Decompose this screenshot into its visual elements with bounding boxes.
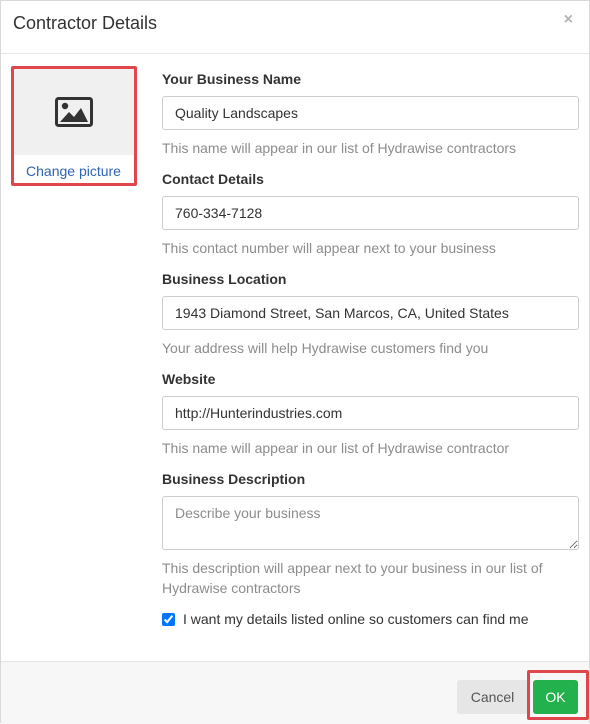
business-name-help: This name will appear in our list of Hyd… [162, 140, 517, 156]
business-name-input[interactable] [162, 96, 579, 130]
ok-button[interactable]: OK [533, 680, 578, 714]
business-location-label: Business Location [162, 271, 287, 287]
cancel-button[interactable]: Cancel [457, 680, 528, 714]
website-group: Website This name will appear in our lis… [162, 371, 580, 471]
business-description-label: Business Description [162, 471, 306, 487]
change-picture-link[interactable]: Change picture [13, 163, 134, 179]
website-help: This name will appear in our list of Hyd… [162, 440, 510, 456]
listing-option[interactable]: I want my details listed online so custo… [162, 611, 529, 627]
business-location-group: Business Location Your address will help… [162, 271, 580, 371]
business-location-input[interactable] [162, 296, 579, 330]
website-input[interactable] [162, 396, 579, 430]
contact-details-input[interactable] [162, 196, 579, 230]
dialog-title: Contractor Details [13, 13, 158, 33]
contact-details-group: Contact Details This contact number will… [162, 171, 580, 271]
contractor-form: Your Business Name This name will appear… [162, 71, 580, 598]
close-icon[interactable]: × [564, 12, 573, 28]
contact-details-label: Contact Details [162, 171, 264, 187]
image-icon [54, 97, 93, 127]
picture-placeholder[interactable] [13, 69, 134, 155]
dialog-header: Contractor Details × [1, 1, 589, 54]
business-description-help: This description will appear next to you… [162, 560, 543, 596]
profile-picture-block: Change picture [13, 69, 134, 184]
list-online-checkbox[interactable] [162, 612, 175, 626]
list-online-label: I want my details listed online so custo… [183, 611, 529, 627]
contractor-details-dialog: Contractor Details × Change picture Your… [0, 0, 590, 724]
business-description-textarea[interactable] [162, 496, 579, 550]
business-location-help: Your address will help Hydrawise custome… [162, 340, 489, 356]
business-name-group: Your Business Name This name will appear… [162, 71, 580, 171]
business-name-label: Your Business Name [162, 71, 302, 87]
dialog-footer: Cancel OK [1, 661, 589, 724]
website-label: Website [162, 371, 216, 387]
business-description-group: Business Description This description wi… [162, 471, 580, 598]
contact-details-help: This contact number will appear next to … [162, 240, 496, 256]
